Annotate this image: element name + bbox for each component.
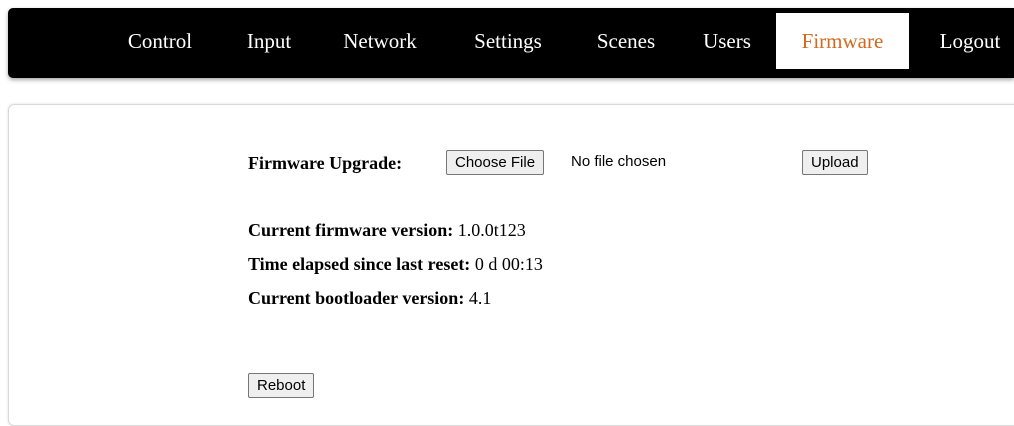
bootloader-version-value: 4.1	[468, 288, 492, 308]
nav-item-scenes[interactable]: Scenes	[582, 13, 670, 69]
file-status-text: No file chosen	[571, 153, 667, 170]
nav-item-users[interactable]: Users	[691, 13, 763, 69]
reboot-button[interactable]: Reboot	[248, 373, 315, 398]
bootloader-version-row: Current bootloader version: 4.1	[248, 288, 491, 309]
time-elapsed-row: Time elapsed since last reset: 0 d 00:13	[248, 254, 543, 275]
time-elapsed-label: Time elapsed since last reset:	[248, 254, 471, 274]
firmware-upgrade-label: Firmware Upgrade:	[248, 153, 403, 173]
top-nav-bar: Control Input Network Settings Scenes Us…	[8, 8, 1014, 78]
nav-item-control[interactable]: Control	[111, 13, 209, 69]
upload-button[interactable]: Upload	[802, 150, 868, 175]
current-firmware-version-row: Current firmware version: 1.0.0t123	[248, 220, 526, 241]
nav-item-settings[interactable]: Settings	[458, 13, 558, 69]
nav-item-logout[interactable]: Logout	[926, 13, 1014, 69]
current-firmware-version-label: Current firmware version:	[248, 220, 454, 240]
current-firmware-version-value: 1.0.0t123	[457, 220, 526, 240]
nav-item-network[interactable]: Network	[328, 13, 432, 69]
nav-item-firmware[interactable]: Firmware	[776, 13, 909, 69]
bootloader-version-label: Current bootloader version:	[248, 288, 465, 308]
choose-file-button[interactable]: Choose File	[446, 150, 545, 175]
nav-item-input[interactable]: Input	[234, 13, 304, 69]
time-elapsed-value: 0 d 00:13	[474, 254, 543, 274]
